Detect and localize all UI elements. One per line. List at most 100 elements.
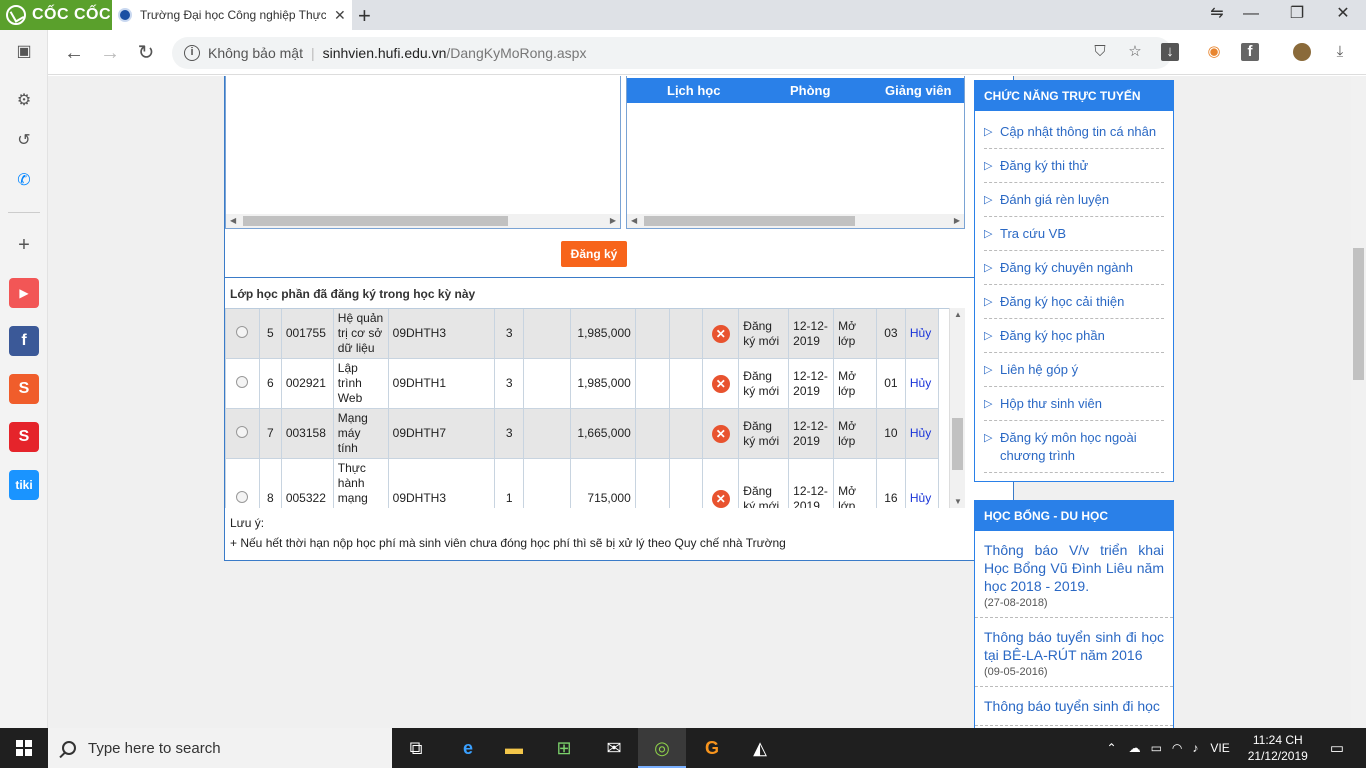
scroll-left-icon[interactable]: ◀	[631, 214, 637, 228]
function-link[interactable]: ▷ Đăng ký thi thử	[984, 149, 1164, 183]
cancel-link[interactable]: Hủy	[910, 326, 931, 340]
close-window-button[interactable]: ✕	[1320, 0, 1366, 30]
chevron-right-icon: ▷	[984, 364, 993, 376]
cell-fee: 1,665,000	[569, 408, 636, 459]
row-radio[interactable]	[236, 490, 249, 503]
battery-icon[interactable]: ▭	[1151, 741, 1162, 755]
messenger-icon[interactable]: ✆	[9, 166, 39, 196]
function-link[interactable]: ▷ Đăng ký môn học ngoài chương trình	[984, 421, 1164, 473]
news-title-link[interactable]: Thông báo V/v triển khai Học Bổng Vũ Đìn…	[984, 541, 1164, 595]
download-extension-icon[interactable]: ↓	[1161, 43, 1179, 61]
profile-avatar[interactable]	[1293, 43, 1311, 61]
notifications-icon[interactable]: ▭	[1330, 739, 1344, 757]
sidebar-toggle-icon[interactable]: ▣	[9, 37, 39, 67]
facebook-icon[interactable]: f	[9, 326, 39, 356]
onedrive-icon[interactable]: ☁	[1129, 741, 1141, 755]
row-radio[interactable]	[236, 375, 249, 388]
history-icon[interactable]: ↺	[9, 126, 39, 156]
cell-course-code: 002921	[280, 358, 334, 409]
horizontal-scrollbar[interactable]: ◀ ▶	[226, 214, 620, 228]
function-link[interactable]: ▷ Đăng ký học phần	[984, 319, 1164, 353]
info-icon[interactable]: i	[184, 45, 200, 61]
news-title-link[interactable]: Thông báo tuyển sinh đi học tại BÊ-LA-RÚ…	[984, 628, 1164, 664]
function-link[interactable]: ▷ Tra cứu VB	[984, 217, 1164, 251]
delete-icon[interactable]: ✕	[711, 374, 730, 393]
back-arrow-icon[interactable]: ←	[61, 40, 87, 66]
start-button[interactable]	[0, 728, 48, 768]
tiki-icon[interactable]: tiki	[9, 470, 39, 500]
function-link[interactable]: ▷ Liên hệ góp ý	[984, 353, 1164, 387]
news-item: Thông báo tuyển sinh đi học	[975, 687, 1173, 726]
cancel-link[interactable]: Hủy	[910, 426, 931, 440]
wifi-icon[interactable]: ◠	[1172, 741, 1182, 755]
cell-stt: 7	[258, 408, 282, 459]
star-icon[interactable]: ☆	[1126, 43, 1144, 61]
table-vertical-scrollbar[interactable]: ▲ ▼	[949, 308, 965, 508]
shopee-icon[interactable]: S	[9, 374, 39, 404]
reload-icon[interactable]: ↻	[133, 40, 159, 66]
shield-icon[interactable]: ⛉	[1091, 43, 1109, 61]
function-link-label: Hộp thư sinh viên	[1000, 396, 1102, 411]
news-title-link[interactable]: Thông báo tuyển sinh đi học	[984, 697, 1164, 715]
settings-gear-icon[interactable]: ⚙	[9, 86, 39, 116]
cancel-link[interactable]: Hủy	[910, 491, 931, 505]
scroll-down-icon[interactable]: ▼	[954, 497, 962, 506]
delete-icon[interactable]: ✕	[711, 424, 730, 443]
column-header-schedule: Lịch học	[667, 83, 721, 98]
cell-action: Hủy	[904, 309, 940, 359]
task-view-icon[interactable]: ⧉	[392, 728, 440, 768]
mail-icon[interactable]: ✉	[590, 728, 638, 768]
scroll-right-icon[interactable]: ▶	[954, 214, 960, 228]
cancel-link[interactable]: Hủy	[910, 376, 931, 390]
function-link[interactable]: ▷ Đánh giá rèn luyện	[984, 183, 1164, 217]
coccoc-extension-icon[interactable]: ◉	[1205, 43, 1223, 61]
minimize-button[interactable]: —	[1228, 0, 1274, 30]
show-hidden-icons-icon[interactable]: ⌃	[1107, 741, 1117, 755]
address-bar[interactable]: i Không bảo mật | sinhvien.hufi.edu.vn /…	[172, 37, 1172, 69]
file-explorer-icon[interactable]: ▬	[490, 728, 538, 768]
photos-icon[interactable]: ◭	[736, 728, 784, 768]
edge-icon[interactable]: e	[444, 728, 492, 768]
foxit-pdf-icon[interactable]: G	[688, 728, 736, 768]
scrollbar-thumb[interactable]	[1353, 248, 1364, 380]
horizontal-scrollbar[interactable]: ◀ ▶	[627, 214, 964, 228]
restore-button[interactable]: ❐	[1274, 0, 1320, 30]
cell-credits: 3	[494, 408, 525, 459]
scrollbar-thumb[interactable]	[644, 216, 855, 226]
function-link[interactable]: ▷ Đăng ký học cải thiện	[984, 285, 1164, 319]
url-path: /DangKyMoRong.aspx	[446, 45, 587, 61]
add-sidebar-app-icon[interactable]: +	[9, 230, 39, 260]
scrollbar-thumb[interactable]	[243, 216, 508, 226]
coccoc-taskbar-icon[interactable]: ◎	[638, 728, 686, 768]
forward-arrow-icon[interactable]: →	[97, 40, 123, 66]
clock[interactable]: 11:24 CH 21/12/2019	[1248, 732, 1308, 764]
taskbar-search-box[interactable]: Type here to search	[48, 728, 392, 768]
row-radio[interactable]	[236, 325, 249, 338]
tab-close-icon[interactable]: ✕	[334, 7, 346, 24]
cell-credits: 3	[494, 309, 525, 359]
page-vertical-scrollbar[interactable]	[1351, 76, 1366, 728]
function-link[interactable]: ▷ Đăng ký chuyên ngành	[984, 251, 1164, 285]
store-icon[interactable]: ⊞	[540, 728, 588, 768]
coccoc-menu-button[interactable]: CỐC CỐC	[0, 0, 112, 30]
row-select-cell	[225, 458, 260, 508]
youtube-icon[interactable]: ▶	[9, 278, 39, 308]
input-language[interactable]: VIE	[1210, 741, 1229, 755]
download-icon[interactable]: ⤓	[1331, 43, 1349, 61]
row-radio[interactable]	[236, 425, 249, 438]
scroll-up-icon[interactable]: ▲	[954, 310, 962, 319]
volume-icon[interactable]: ♪	[1192, 741, 1198, 755]
sendo-icon[interactable]: S	[9, 422, 39, 452]
news-item: Thông báo V/v triển khai Học Bổng Vũ Đìn…	[975, 531, 1173, 618]
function-link[interactable]: ▷ Hộp thư sinh viên	[984, 387, 1164, 421]
scroll-right-icon[interactable]: ▶	[610, 214, 616, 228]
delete-icon[interactable]: ✕	[711, 324, 730, 343]
scroll-left-icon[interactable]: ◀	[230, 214, 236, 228]
facebook-extension-icon[interactable]: f	[1241, 43, 1259, 61]
register-button[interactable]: Đăng ký	[561, 241, 627, 267]
scrollbar-thumb[interactable]	[952, 418, 963, 470]
delete-icon[interactable]: ✕	[711, 489, 730, 508]
new-tab-button[interactable]: +	[358, 3, 371, 29]
function-link[interactable]: ▷ Cập nhật thông tin cá nhân	[984, 115, 1164, 149]
browser-tab[interactable]: Trường Đại học Công nghiệp Thực ✕	[112, 0, 352, 30]
